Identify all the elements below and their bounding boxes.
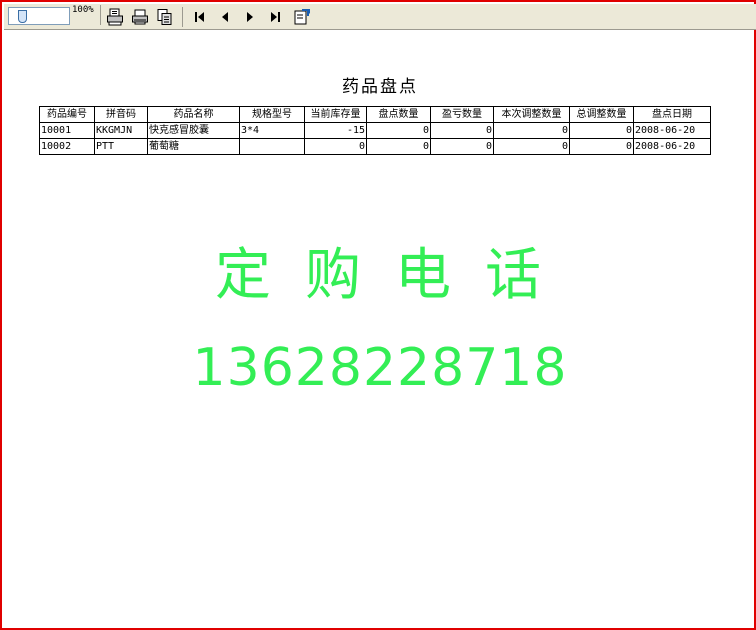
order-phone-label: 定购电话 — [215, 243, 575, 308]
order-phone-number: 13628228718 — [192, 338, 568, 398]
first-page-icon — [195, 12, 204, 22]
table-cell: 葡萄糖 — [147, 138, 240, 155]
window-frame: 100% 药品盘点 药品编号 拼音码 药品名称 规格型号 当前库存量 盘点数量 … — [0, 0, 756, 630]
table-cell: KKGMJN — [94, 122, 148, 139]
toolbar-separator — [182, 7, 183, 27]
print-preview-button[interactable] — [155, 7, 175, 27]
table-cell: 快克感冒胶囊 — [147, 122, 240, 139]
export-button[interactable] — [292, 7, 312, 27]
zoom-label: 100% — [72, 5, 101, 25]
table-row: 10002 PTT 葡萄糖 0 0 0 0 0 2008-06-20 — [39, 138, 711, 155]
table-cell: 10001 — [39, 122, 95, 139]
table-cell: 0 — [430, 122, 494, 139]
column-header: 盘点日期 — [633, 106, 711, 123]
column-header: 总调整数量 — [569, 106, 634, 123]
next-page-icon — [247, 12, 253, 22]
table-row: 10001 KKGMJN 快克感冒胶囊 3*4 -15 0 0 0 0 2008… — [39, 122, 711, 139]
inventory-table: 药品编号 拼音码 药品名称 规格型号 当前库存量 盘点数量 盈亏数量 本次调整数… — [39, 106, 711, 155]
report-title: 药品盘点 — [342, 77, 418, 97]
export-icon — [294, 9, 310, 25]
table-cell: 0 — [366, 138, 431, 155]
prev-page-button[interactable] — [215, 7, 235, 27]
first-page-button[interactable] — [190, 7, 210, 27]
table-cell: 0 — [493, 122, 570, 139]
column-header: 当前库存量 — [304, 106, 367, 123]
next-page-button[interactable] — [240, 7, 260, 27]
table-cell: PTT — [94, 138, 148, 155]
print-button[interactable] — [130, 7, 150, 27]
zoom-slider[interactable] — [8, 7, 70, 25]
preview-toolbar: 100% — [4, 4, 756, 30]
printer-setup-icon — [107, 8, 123, 26]
last-page-icon — [271, 12, 280, 22]
table-cell: 10002 — [39, 138, 95, 155]
table-cell — [239, 138, 305, 155]
zoom-slider-thumb[interactable] — [18, 10, 27, 23]
table-cell: 2008-06-20 — [633, 138, 711, 155]
table-cell: 0 — [304, 138, 367, 155]
column-header: 拼音码 — [94, 106, 148, 123]
column-header: 盈亏数量 — [430, 106, 494, 123]
prev-page-icon — [222, 12, 228, 22]
table-cell: 0 — [569, 122, 634, 139]
printer-icon — [132, 9, 148, 25]
table-cell: 0 — [569, 138, 634, 155]
print-setup-button[interactable] — [105, 7, 125, 27]
last-page-button[interactable] — [265, 7, 285, 27]
column-header: 药品编号 — [39, 106, 95, 123]
table-cell: 0 — [430, 138, 494, 155]
table-cell: 2008-06-20 — [633, 122, 711, 139]
table-cell: -15 — [304, 122, 367, 139]
table-cell: 0 — [366, 122, 431, 139]
table-cell: 0 — [493, 138, 570, 155]
column-header: 盘点数量 — [366, 106, 431, 123]
column-header: 本次调整数量 — [493, 106, 570, 123]
table-cell: 3*4 — [239, 122, 305, 139]
column-header: 规格型号 — [239, 106, 305, 123]
copy-pages-icon — [157, 9, 172, 25]
table-header-row: 药品编号 拼音码 药品名称 规格型号 当前库存量 盘点数量 盈亏数量 本次调整数… — [39, 106, 711, 123]
column-header: 药品名称 — [147, 106, 240, 123]
